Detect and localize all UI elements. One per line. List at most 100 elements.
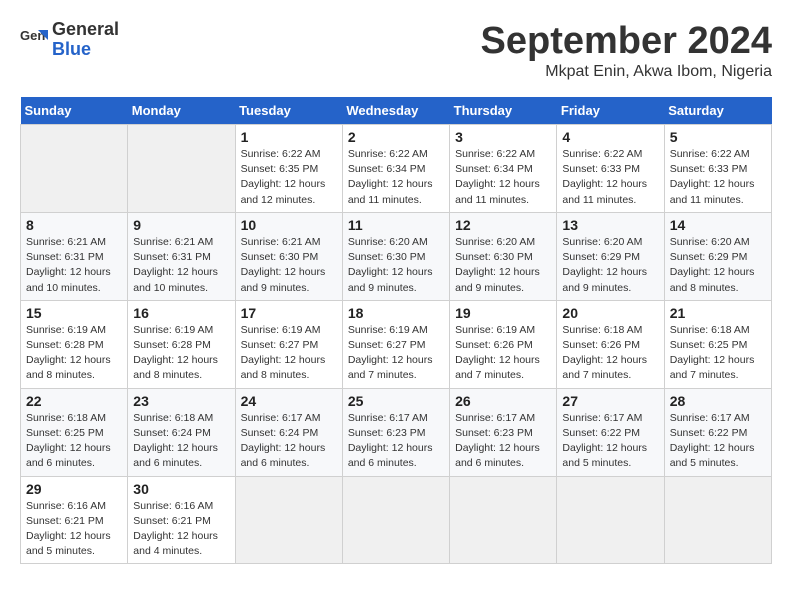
calendar-week-row: 29 Sunrise: 6:16 AMSunset: 6:21 PMDayligh…: [21, 476, 772, 564]
weekday-header-saturday: Saturday: [664, 97, 771, 125]
day-number: 5: [670, 129, 766, 145]
day-info: Sunrise: 6:20 AMSunset: 6:29 PMDaylight:…: [670, 235, 766, 296]
weekday-header-tuesday: Tuesday: [235, 97, 342, 125]
location: Mkpat Enin, Akwa Ibom, Nigeria: [481, 63, 773, 81]
day-info: Sunrise: 6:19 AMSunset: 6:28 PMDaylight:…: [26, 323, 122, 384]
logo-general: General: [52, 19, 119, 39]
day-number: 19: [455, 305, 551, 321]
logo-icon: Gen: [20, 26, 48, 54]
calendar-cell: 13Sunrise: 6:20 AMSunset: 6:29 PMDayligh…: [557, 212, 664, 300]
weekday-header-row: SundayMondayTuesdayWednesdayThursdayFrid…: [21, 97, 772, 125]
calendar-cell: [450, 476, 557, 564]
weekday-header-wednesday: Wednesday: [342, 97, 449, 125]
logo-blue: Blue: [52, 40, 119, 60]
day-number: 8: [26, 217, 122, 233]
calendar-cell: 25 Sunrise: 6:17 AMSunset: 6:23 PMDayligh…: [342, 388, 449, 476]
day-number: 29: [26, 481, 122, 497]
calendar-cell: 9 Sunrise: 6:21 AMSunset: 6:31 PMDaylight…: [128, 212, 235, 300]
calendar-cell: 20Sunrise: 6:18 AMSunset: 6:26 PMDayligh…: [557, 300, 664, 388]
calendar-cell: [21, 125, 128, 213]
calendar-table: SundayMondayTuesdayWednesdayThursdayFrid…: [20, 97, 772, 564]
day-info: Sunrise: 6:19 AMSunset: 6:26 PMDaylight:…: [455, 323, 551, 384]
day-info: Sunrise: 6:22 AMSunset: 6:34 PMDaylight:…: [348, 147, 444, 208]
day-info: Sunrise: 6:18 AMSunset: 6:25 PMDaylight:…: [670, 323, 766, 384]
day-number: 13: [562, 217, 658, 233]
day-number: 25: [348, 393, 444, 409]
calendar-cell: 11 Sunrise: 6:20 AMSunset: 6:30 PMDayligh…: [342, 212, 449, 300]
weekday-header-friday: Friday: [557, 97, 664, 125]
day-info: Sunrise: 6:19 AMSunset: 6:28 PMDaylight:…: [133, 323, 229, 384]
day-number: 17: [241, 305, 337, 321]
title-block: September 2024 Mkpat Enin, Akwa Ibom, Ni…: [481, 20, 773, 81]
calendar-cell: 5Sunrise: 6:22 AMSunset: 6:33 PMDaylight…: [664, 125, 771, 213]
calendar-cell: 10Sunrise: 6:21 AMSunset: 6:30 PMDayligh…: [235, 212, 342, 300]
day-number: 12: [455, 217, 551, 233]
day-info: Sunrise: 6:16 AMSunset: 6:21 PMDaylight:…: [133, 499, 229, 560]
logo: Gen General Blue: [20, 20, 119, 60]
calendar-cell: 17 Sunrise: 6:19 AMSunset: 6:27 PMDayligh…: [235, 300, 342, 388]
day-info: Sunrise: 6:17 AMSunset: 6:22 PMDaylight:…: [562, 411, 658, 472]
day-info: Sunrise: 6:17 AMSunset: 6:23 PMDaylight:…: [455, 411, 551, 472]
day-info: Sunrise: 6:17 AMSunset: 6:22 PMDaylight:…: [670, 411, 766, 472]
calendar-cell: 3 Sunrise: 6:22 AMSunset: 6:34 PMDaylight…: [450, 125, 557, 213]
day-info: Sunrise: 6:20 AMSunset: 6:30 PMDaylight:…: [455, 235, 551, 296]
day-number: 27: [562, 393, 658, 409]
day-info: Sunrise: 6:22 AMSunset: 6:34 PMDaylight:…: [455, 147, 551, 208]
day-info: Sunrise: 6:17 AMSunset: 6:24 PMDaylight:…: [241, 411, 337, 472]
day-info: Sunrise: 6:22 AMSunset: 6:33 PMDaylight:…: [562, 147, 658, 208]
day-number: 11: [348, 217, 444, 233]
day-number: 30: [133, 481, 229, 497]
calendar-cell: 8 Sunrise: 6:21 AMSunset: 6:31 PMDaylight…: [21, 212, 128, 300]
day-number: 3: [455, 129, 551, 145]
day-number: 4: [562, 129, 658, 145]
day-info: Sunrise: 6:16 AMSunset: 6:21 PMDaylight:…: [26, 499, 122, 560]
day-number: 21: [670, 305, 766, 321]
calendar-cell: 24 Sunrise: 6:17 AMSunset: 6:24 PMDayligh…: [235, 388, 342, 476]
calendar-cell: 1Sunrise: 6:22 AMSunset: 6:35 PMDaylight…: [235, 125, 342, 213]
day-info: Sunrise: 6:20 AMSunset: 6:30 PMDaylight:…: [348, 235, 444, 296]
calendar-cell: 18 Sunrise: 6:19 AMSunset: 6:27 PMDayligh…: [342, 300, 449, 388]
calendar-cell: 16 Sunrise: 6:19 AMSunset: 6:28 PMDayligh…: [128, 300, 235, 388]
day-number: 24: [241, 393, 337, 409]
day-number: 14: [670, 217, 766, 233]
day-info: Sunrise: 6:19 AMSunset: 6:27 PMDaylight:…: [348, 323, 444, 384]
day-number: 10: [241, 217, 337, 233]
calendar-cell: 21 Sunrise: 6:18 AMSunset: 6:25 PMDayligh…: [664, 300, 771, 388]
day-number: 20: [562, 305, 658, 321]
calendar-cell: [664, 476, 771, 564]
weekday-header-thursday: Thursday: [450, 97, 557, 125]
day-number: 15: [26, 305, 122, 321]
calendar-cell: 23Sunrise: 6:18 AMSunset: 6:24 PMDayligh…: [128, 388, 235, 476]
calendar-cell: 19 Sunrise: 6:19 AMSunset: 6:26 PMDayligh…: [450, 300, 557, 388]
calendar-week-row: 15 Sunrise: 6:19 AMSunset: 6:28 PMDayligh…: [21, 300, 772, 388]
calendar-week-row: 1Sunrise: 6:22 AMSunset: 6:35 PMDaylight…: [21, 125, 772, 213]
calendar-cell: 27 Sunrise: 6:17 AMSunset: 6:22 PMDayligh…: [557, 388, 664, 476]
calendar-week-row: 8 Sunrise: 6:21 AMSunset: 6:31 PMDaylight…: [21, 212, 772, 300]
calendar-cell: 12 Sunrise: 6:20 AMSunset: 6:30 PMDayligh…: [450, 212, 557, 300]
calendar-cell: 22Sunrise: 6:18 AMSunset: 6:25 PMDayligh…: [21, 388, 128, 476]
day-info: Sunrise: 6:21 AMSunset: 6:31 PMDaylight:…: [26, 235, 122, 296]
day-info: Sunrise: 6:19 AMSunset: 6:27 PMDaylight:…: [241, 323, 337, 384]
calendar-cell: [235, 476, 342, 564]
calendar-cell: 15 Sunrise: 6:19 AMSunset: 6:28 PMDayligh…: [21, 300, 128, 388]
day-info: Sunrise: 6:17 AMSunset: 6:23 PMDaylight:…: [348, 411, 444, 472]
calendar-cell: 28Sunrise: 6:17 AMSunset: 6:22 PMDayligh…: [664, 388, 771, 476]
calendar-cell: 30 Sunrise: 6:16 AMSunset: 6:21 PMDayligh…: [128, 476, 235, 564]
day-number: 2: [348, 129, 444, 145]
calendar-cell: 2 Sunrise: 6:22 AMSunset: 6:34 PMDaylight…: [342, 125, 449, 213]
calendar-cell: 26Sunrise: 6:17 AMSunset: 6:23 PMDayligh…: [450, 388, 557, 476]
calendar-cell: 4 Sunrise: 6:22 AMSunset: 6:33 PMDaylight…: [557, 125, 664, 213]
day-number: 16: [133, 305, 229, 321]
day-number: 18: [348, 305, 444, 321]
calendar-cell: 29 Sunrise: 6:16 AMSunset: 6:21 PMDayligh…: [21, 476, 128, 564]
calendar-cell: [557, 476, 664, 564]
page-header: Gen General Blue September 2024 Mkpat En…: [20, 20, 772, 81]
calendar-week-row: 22Sunrise: 6:18 AMSunset: 6:25 PMDayligh…: [21, 388, 772, 476]
day-info: Sunrise: 6:21 AMSunset: 6:31 PMDaylight:…: [133, 235, 229, 296]
day-number: 9: [133, 217, 229, 233]
day-info: Sunrise: 6:22 AMSunset: 6:35 PMDaylight:…: [241, 147, 337, 208]
day-number: 23: [133, 393, 229, 409]
day-number: 22: [26, 393, 122, 409]
weekday-header-sunday: Sunday: [21, 97, 128, 125]
calendar-cell: [128, 125, 235, 213]
